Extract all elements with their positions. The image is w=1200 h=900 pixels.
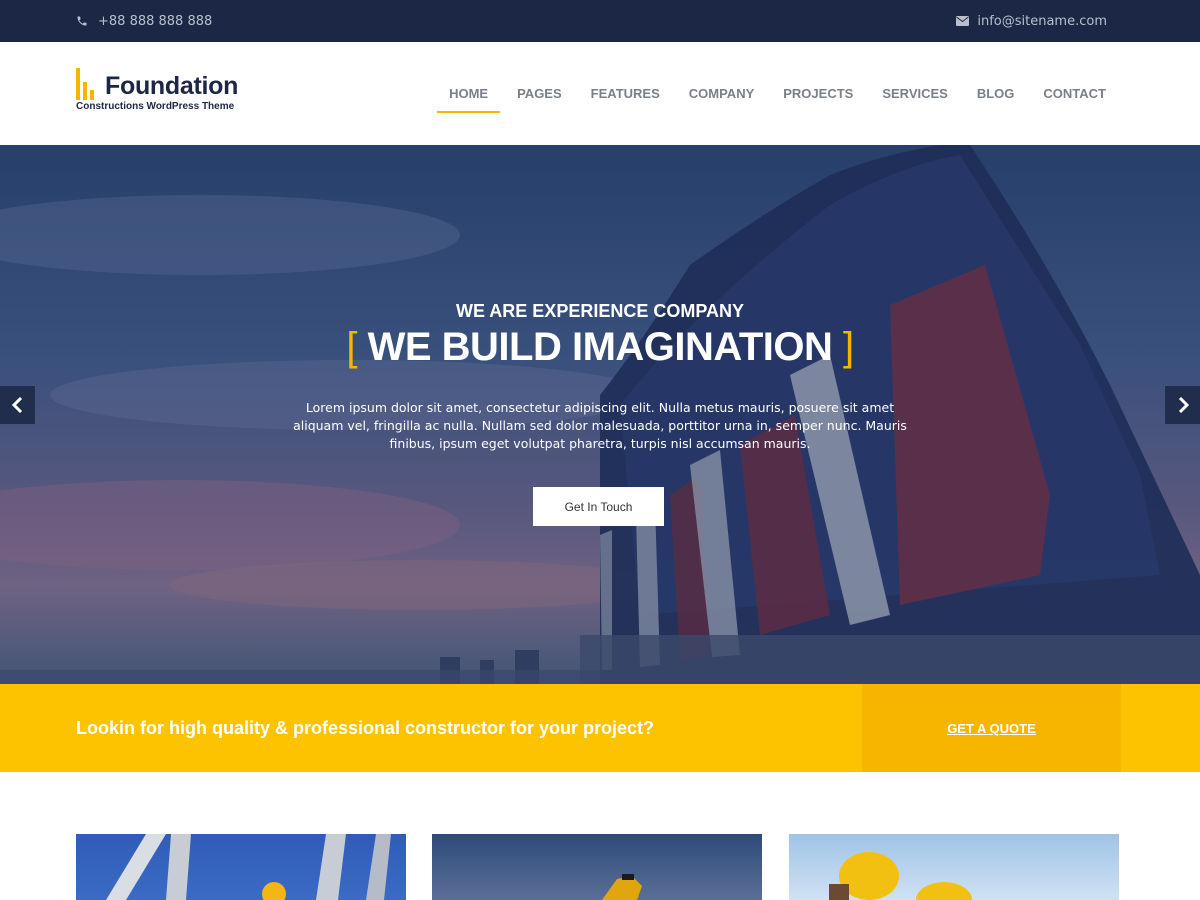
project-card-3[interactable] — [789, 834, 1119, 900]
top-bar: +88 888 888 888 info@sitename.com — [0, 0, 1200, 42]
chevron-right-icon — [1178, 397, 1189, 413]
nav-company[interactable]: COMPANY — [689, 70, 754, 117]
worker-steel-image — [106, 834, 391, 900]
topbar-email[interactable]: info@sitename.com — [956, 0, 1107, 42]
nav-pages[interactable]: PAGES — [517, 70, 562, 117]
nav-blog[interactable]: BLOG — [977, 70, 1015, 117]
nav-features[interactable]: FEATURES — [591, 70, 660, 117]
nav-home[interactable]: HOME — [437, 70, 501, 117]
get-a-quote-box: GET A QUOTE — [862, 684, 1121, 772]
hero-bracket-open: [ — [346, 325, 357, 369]
project-card-2[interactable] — [432, 834, 762, 900]
cta-bar: Lookin for high quality & professional c… — [0, 684, 1200, 772]
main-nav: HOME PAGES FEATURES COMPANY PROJECTS SER… — [437, 42, 1106, 145]
site-logo[interactable]: Foundation Constructions WordPress Theme — [76, 68, 276, 118]
hero-title-text: WE BUILD IMAGINATION — [367, 325, 833, 369]
nav-services[interactable]: SERVICES — [882, 70, 948, 117]
cta-text: Lookin for high quality & professional c… — [76, 717, 655, 738]
site-header: Foundation Constructions WordPress Theme… — [0, 42, 1200, 145]
envelope-icon — [956, 16, 970, 26]
project-card-1[interactable] — [76, 834, 406, 900]
workers-helmets-image — [829, 852, 972, 900]
logo-tagline: Constructions WordPress Theme — [76, 101, 235, 112]
chevron-left-icon — [11, 397, 22, 413]
hero-bracket-close: ] — [843, 325, 854, 369]
project-cards — [0, 834, 1200, 900]
phone-icon — [76, 15, 88, 27]
nav-contact[interactable]: CONTACT — [1043, 70, 1106, 117]
phone-number: +88 888 888 888 — [98, 13, 213, 29]
topbar-phone[interactable]: +88 888 888 888 — [76, 0, 212, 42]
slider-prev-button[interactable] — [0, 386, 35, 424]
hero-pre-title: WE ARE EXPERIENCE COMPANY — [455, 301, 745, 321]
hero-description: Lorem ipsum dolor sit amet, consectetur … — [293, 400, 907, 451]
hero-title: [ WE BUILD IMAGINATION ] — [0, 325, 1200, 370]
nav-projects[interactable]: PROJECTS — [783, 70, 853, 117]
get-a-quote-link[interactable]: GET A QUOTE — [947, 721, 1036, 736]
email-address: info@sitename.com — [977, 13, 1107, 29]
slider-next-button[interactable] — [1165, 386, 1200, 424]
logo-bars-icon — [76, 68, 94, 100]
hero-slider: WE ARE EXPERIENCE COMPANY [ WE BUILD IMA… — [0, 145, 1200, 684]
excavator-image — [602, 874, 642, 900]
logo-name: Foundation — [105, 72, 239, 100]
get-in-touch-button[interactable]: Get In Touch — [533, 487, 664, 526]
